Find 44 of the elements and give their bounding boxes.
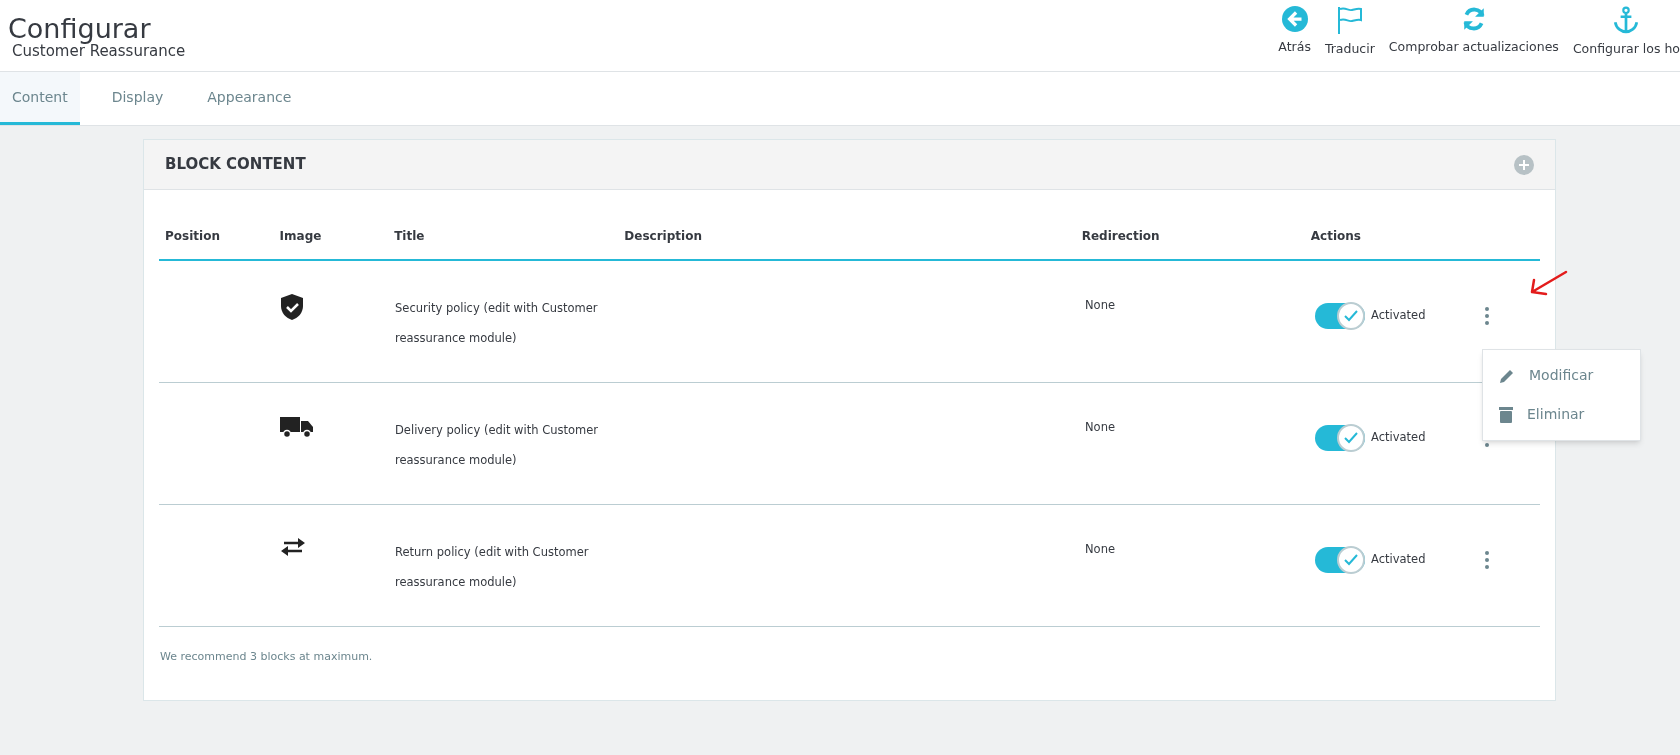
status-label: Activated [1371,551,1426,569]
toolbar-button[interactable]: Configurar los ho [1572,6,1680,59]
add-icon[interactable] [1514,154,1534,175]
title-cell-text: Delivery policy (edit with Customer reassurance module) [395,422,600,469]
redirection-cell-text: None [1085,419,1116,436]
tab[interactable]: Display [99,72,176,125]
check-icon [1344,310,1358,322]
shield-check-icon [280,293,304,321]
help-text: We recommend 3 blocks at maximum. [159,649,374,665]
column-header: Actions [1310,228,1362,245]
column-header: Position [165,228,221,245]
page-title: Configurar [8,14,151,44]
tab[interactable]: Appearance [195,72,304,125]
kebab-menu-icon[interactable] [1485,307,1490,325]
column-header: Image [279,228,323,245]
panel-title: BLOCK CONTENT [165,154,306,176]
toolbar-button[interactable]: Traducir [1324,6,1375,59]
tab[interactable]: Content [0,72,80,125]
pencil-icon [1499,367,1515,384]
toolbar-button[interactable]: Atrás [1278,6,1311,57]
toggle-switch[interactable] [1315,425,1365,451]
trash-icon [1499,406,1513,423]
toolbar-button[interactable]: Comprobar actualizaciones [1388,6,1559,57]
title-cell-text: Return policy (edit with Customer reassurance module) [395,544,590,591]
flag-icon [1336,6,1363,34]
check-icon [1344,554,1358,566]
toggle-switch[interactable] [1315,303,1365,329]
title-cell-text: Security policy (edit with Customer reassurance module) [395,300,599,347]
menu-item[interactable]: Eliminar [1483,395,1640,434]
check-icon [1344,432,1358,444]
redirection-cell-text: None [1085,541,1116,558]
truck-icon [280,415,314,439]
menu-item[interactable]: Modificar [1483,356,1640,395]
kebab-menu-icon[interactable] [1485,551,1490,569]
column-header: Redirection [1081,228,1161,245]
column-header: Description [624,228,703,245]
column-header: Title [394,228,426,245]
status-label: Activated [1371,307,1426,325]
status-label: Activated [1371,429,1426,447]
swap-arrows-icon [280,537,306,557]
redirection-cell-text: None [1085,297,1116,314]
toggle-switch[interactable] [1315,547,1365,573]
anchor-icon [1613,6,1640,34]
annotation-arrow [1528,270,1568,298]
